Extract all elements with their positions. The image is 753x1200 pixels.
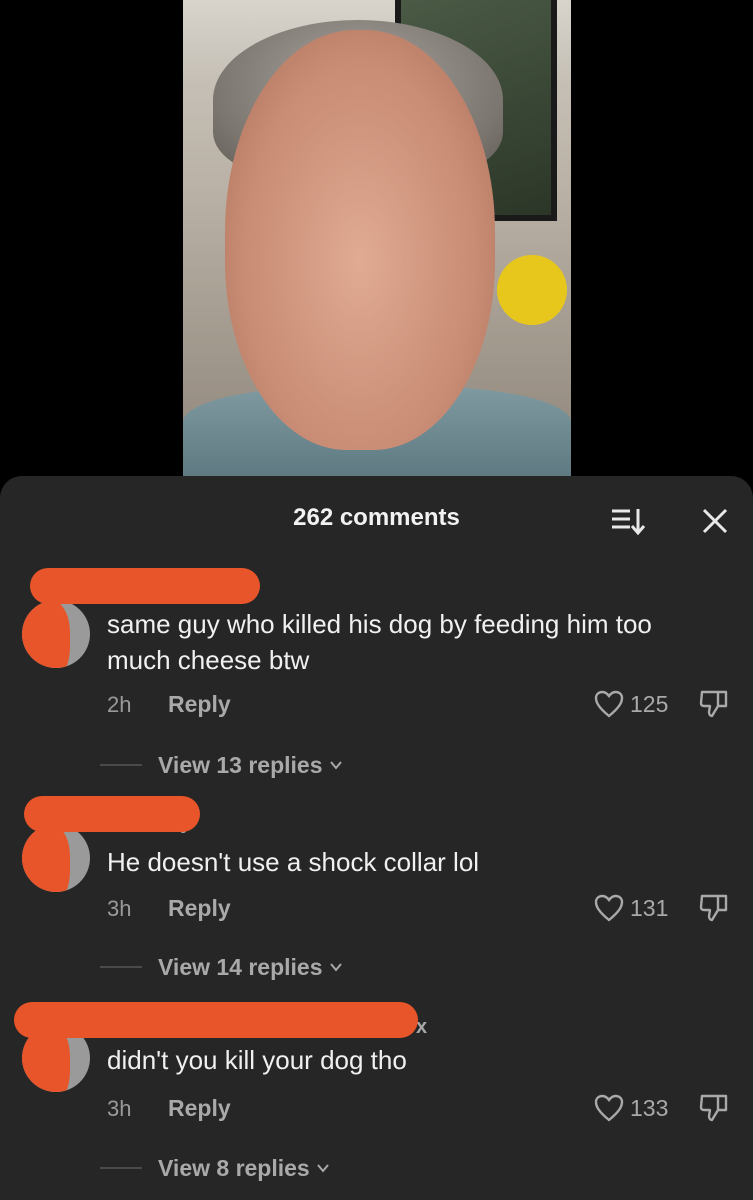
video-face (225, 30, 495, 450)
replies-divider (100, 966, 142, 968)
username-redaction (24, 796, 200, 832)
like-button[interactable]: 125 (594, 689, 668, 719)
comment-time: 3h (107, 1096, 132, 1121)
chevron-down-icon (329, 963, 342, 972)
reply-button[interactable]: Reply (168, 691, 231, 718)
like-button[interactable]: 131 (594, 893, 668, 923)
comment-item: x didn't you kill your dog tho 3h Reply … (0, 988, 753, 1200)
avatar-redaction (22, 600, 70, 668)
chevron-down-icon (316, 1164, 329, 1173)
heart-outline-icon (594, 1094, 624, 1122)
comments-sheet: 262 comments xi same guy who killed his … (0, 476, 753, 1200)
username-redaction (14, 1002, 418, 1038)
username-redaction (30, 568, 260, 604)
view-replies-button[interactable]: View 13 replies (100, 750, 343, 780)
avatar-redaction (22, 824, 70, 892)
close-icon[interactable] (700, 506, 730, 536)
video-area (0, 0, 753, 490)
thumbs-down-icon[interactable] (698, 688, 732, 720)
sheet-header: 262 comments (0, 476, 753, 560)
avatar[interactable] (22, 824, 90, 892)
view-replies-label: View 14 replies (158, 953, 323, 980)
sort-icon[interactable] (610, 506, 646, 538)
like-count: 125 (630, 690, 669, 717)
video-toy (497, 255, 567, 325)
view-replies-button[interactable]: View 14 replies (100, 952, 343, 982)
thumbs-down-icon[interactable] (698, 892, 732, 924)
comment-time: 2h (107, 692, 132, 717)
comment-text: He doesn't use a shock collar lol (107, 847, 480, 877)
comment-text: same guy who killed his dog by feeding h… (107, 609, 652, 675)
comment-item: xi same guy who killed his dog by feedin… (0, 560, 753, 780)
thumbs-down-icon[interactable] (698, 1092, 732, 1124)
replies-divider (100, 1167, 142, 1169)
avatar[interactable] (22, 600, 90, 668)
heart-outline-icon (594, 690, 624, 718)
view-replies-label: View 8 replies (158, 1154, 310, 1181)
comment-time: 3h (107, 896, 132, 921)
replies-divider (100, 764, 142, 766)
like-count: 131 (630, 894, 669, 921)
view-replies-label: View 13 replies (158, 751, 323, 778)
heart-outline-icon (594, 894, 624, 922)
view-replies-button[interactable]: View 8 replies (100, 1153, 330, 1183)
chevron-down-icon (329, 761, 342, 770)
reply-button[interactable]: Reply (168, 895, 231, 922)
reply-button[interactable]: Reply (168, 1095, 231, 1122)
video-thumbnail[interactable] (183, 0, 571, 476)
comment-item: ssy He doesn't use a shock collar lol 3h… (0, 786, 753, 986)
like-button[interactable]: 133 (594, 1093, 668, 1123)
like-count: 133 (630, 1094, 669, 1121)
comment-text: didn't you kill your dog tho (107, 1045, 407, 1075)
